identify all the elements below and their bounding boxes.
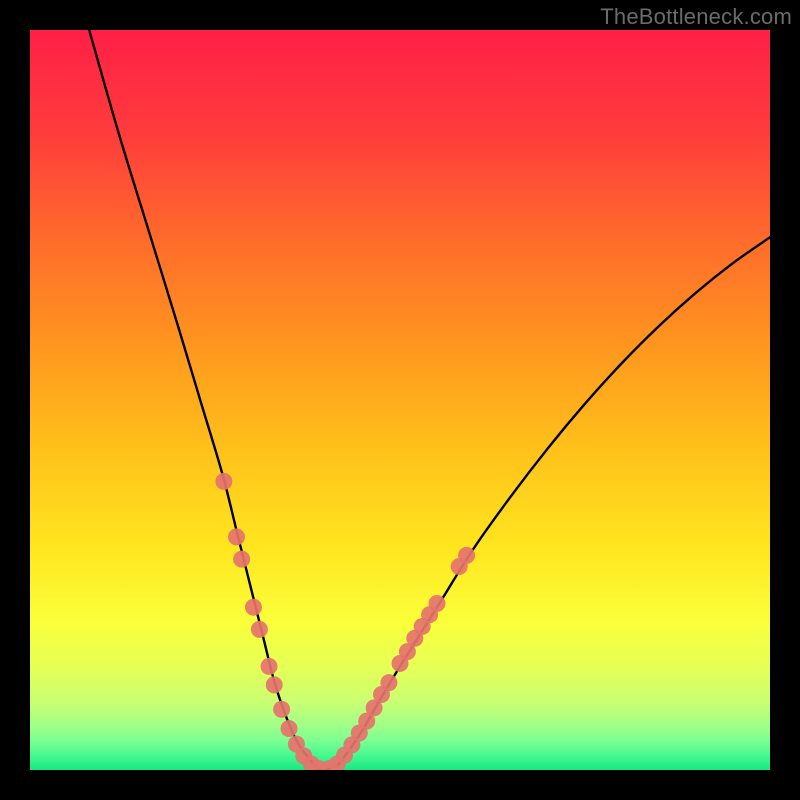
data-marker	[273, 701, 290, 718]
data-marker	[215, 473, 232, 490]
data-marker	[429, 595, 446, 612]
watermark-text: TheBottleneck.com	[600, 4, 792, 30]
data-marker	[228, 528, 245, 545]
data-marker	[281, 720, 298, 737]
data-marker	[266, 676, 283, 693]
chart-frame	[30, 30, 770, 770]
data-marker	[261, 658, 278, 675]
chart-svg	[30, 30, 770, 770]
data-marker	[233, 551, 250, 568]
data-marker	[458, 547, 475, 564]
data-marker	[251, 621, 268, 638]
data-marker	[245, 599, 262, 616]
data-marker	[380, 674, 397, 691]
